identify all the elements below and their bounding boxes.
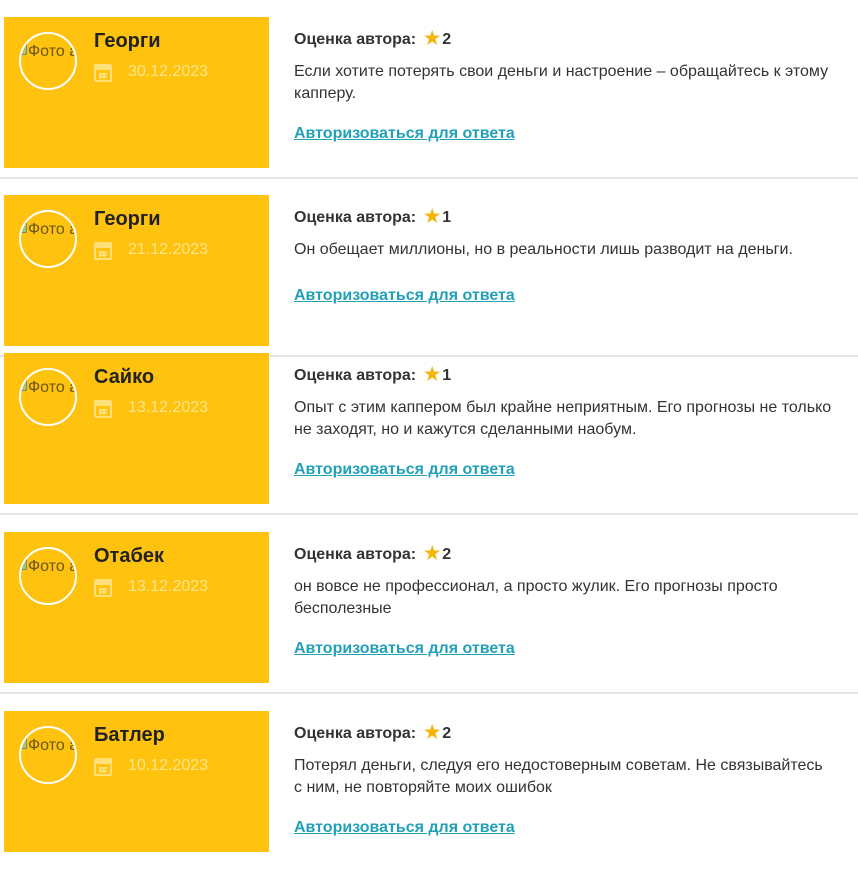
review-author-panel: Фото аватар Батлер 10.12.2023 bbox=[4, 711, 269, 852]
star-icon: ★ bbox=[424, 364, 441, 384]
review-text: Опыт с этим каппером был крайне неприятн… bbox=[294, 399, 832, 438]
avatar-alt-label: Фото аватар bbox=[28, 737, 75, 754]
star-icon: ★ bbox=[424, 543, 441, 563]
avatar: Фото аватар bbox=[19, 210, 77, 268]
rating-value: 2 bbox=[442, 725, 452, 742]
avatar: Фото аватар bbox=[19, 547, 77, 605]
login-to-reply-link[interactable]: Авторизоваться для ответа bbox=[294, 461, 515, 479]
rating-value: 2 bbox=[442, 31, 452, 48]
review-author-panel: Фото аватар Сайко 13.12.2023 bbox=[4, 353, 269, 504]
review-date: 10.12.2023 bbox=[128, 757, 209, 774]
avatar: Фото аватар bbox=[19, 368, 77, 426]
author-name: Сайко bbox=[94, 366, 155, 388]
review-text: Потерял деньги, следуя его недостоверным… bbox=[294, 757, 823, 796]
login-to-reply-link[interactable]: Авторизоваться для ответа bbox=[294, 819, 515, 837]
rating-label: Оценка автора: bbox=[294, 367, 417, 384]
review-date: 21.12.2023 bbox=[128, 241, 209, 258]
broken-image-icon bbox=[21, 737, 27, 749]
login-to-reply-link[interactable]: Авторизоваться для ответа bbox=[294, 125, 515, 143]
avatar-alt-label: Фото аватар bbox=[28, 43, 75, 60]
author-rating: Оценка автора: ★ 2 bbox=[294, 27, 834, 49]
star-icon: ★ bbox=[424, 722, 441, 742]
review-text: Если хотите потерять свои деньги и настр… bbox=[294, 63, 829, 102]
star-icon: ★ bbox=[424, 28, 441, 48]
author-rating: Оценка автора: ★ 2 bbox=[294, 721, 834, 743]
avatar: Фото аватар bbox=[19, 32, 77, 90]
login-to-reply-link[interactable]: Авторизоваться для ответа bbox=[294, 640, 515, 658]
review-body: Оценка автора: ★ 1 Опыт с этим каппером бы… bbox=[294, 363, 834, 441]
review-date: 13.12.2023 bbox=[128, 578, 209, 595]
broken-image-icon bbox=[21, 221, 27, 233]
avatar-alt-text: Фото аватар bbox=[21, 374, 75, 402]
review-text: он вовсе не профессионал, а просто жулик… bbox=[294, 578, 778, 617]
avatar-alt-label: Фото аватар bbox=[28, 379, 75, 396]
review-author-panel: Фото аватар Георги 21.12.2023 bbox=[4, 195, 269, 346]
review-body: Оценка автора: ★ 2 он вовсе не профессиона… bbox=[294, 542, 834, 620]
review-text: Он обещает миллионы, но в реальности лиш… bbox=[294, 241, 793, 258]
avatar: Фото аватар bbox=[19, 726, 77, 784]
rating-value: 1 bbox=[442, 209, 452, 226]
review-body: Оценка автора: ★ 1 Он обещает миллионы, но… bbox=[294, 205, 834, 261]
review-item: Фото аватар Георги 21.12.2023 Оценка авт… bbox=[0, 178, 858, 357]
author-rating: Оценка автора: ★ 2 bbox=[294, 542, 834, 564]
broken-image-icon bbox=[21, 379, 27, 391]
broken-image-icon bbox=[21, 43, 27, 55]
avatar-alt-text: Фото аватар bbox=[21, 216, 75, 244]
rating-value: 2 bbox=[442, 546, 452, 563]
rating-label: Оценка автора: bbox=[294, 546, 417, 563]
calendar-icon bbox=[94, 579, 112, 597]
author-name: Георги bbox=[94, 208, 161, 230]
rating-label: Оценка автора: bbox=[294, 31, 417, 48]
rating-label: Оценка автора: bbox=[294, 209, 417, 226]
author-rating: Оценка автора: ★ 1 bbox=[294, 205, 834, 227]
calendar-icon bbox=[94, 242, 112, 260]
review-item: Фото аватар Георги 30.12.2023 Оценка авт… bbox=[0, 0, 858, 179]
broken-image-icon bbox=[21, 558, 27, 570]
avatar-alt-text: Фото аватар bbox=[21, 732, 75, 760]
review-body: Оценка автора: ★ 2 Потерял деньги, следуя … bbox=[294, 721, 834, 799]
review-date: 13.12.2023 bbox=[128, 399, 209, 416]
review-author-panel: Фото аватар Отабек 13.12.2023 bbox=[4, 532, 269, 683]
calendar-icon bbox=[94, 64, 112, 82]
calendar-icon bbox=[94, 400, 112, 418]
author-name: Отабек bbox=[94, 545, 164, 567]
star-icon: ★ bbox=[424, 206, 441, 226]
review-author-panel: Фото аватар Георги 30.12.2023 bbox=[4, 17, 269, 168]
avatar-alt-label: Фото аватар bbox=[28, 558, 75, 575]
author-name: Георги bbox=[94, 30, 161, 52]
review-date: 30.12.2023 bbox=[128, 63, 209, 80]
login-to-reply-link[interactable]: Авторизоваться для ответа bbox=[294, 287, 515, 305]
avatar-alt-text: Фото аватар bbox=[21, 553, 75, 581]
rating-label: Оценка автора: bbox=[294, 725, 417, 742]
review-item: Фото аватар Батлер 10.12.2023 Оценка авт… bbox=[0, 694, 858, 873]
author-name: Батлер bbox=[94, 724, 165, 746]
calendar-icon bbox=[94, 758, 112, 776]
review-item: Фото аватар Сайко 13.12.2023 Оценка авто… bbox=[0, 336, 858, 515]
review-item: Фото аватар Отабек 13.12.2023 Оценка авт… bbox=[0, 515, 858, 694]
avatar-alt-text: Фото аватар bbox=[21, 38, 75, 66]
avatar-alt-label: Фото аватар bbox=[28, 221, 75, 238]
review-body: Оценка автора: ★ 2 Если хотите потерять св… bbox=[294, 27, 834, 105]
rating-value: 1 bbox=[442, 367, 452, 384]
author-rating: Оценка автора: ★ 1 bbox=[294, 363, 834, 385]
